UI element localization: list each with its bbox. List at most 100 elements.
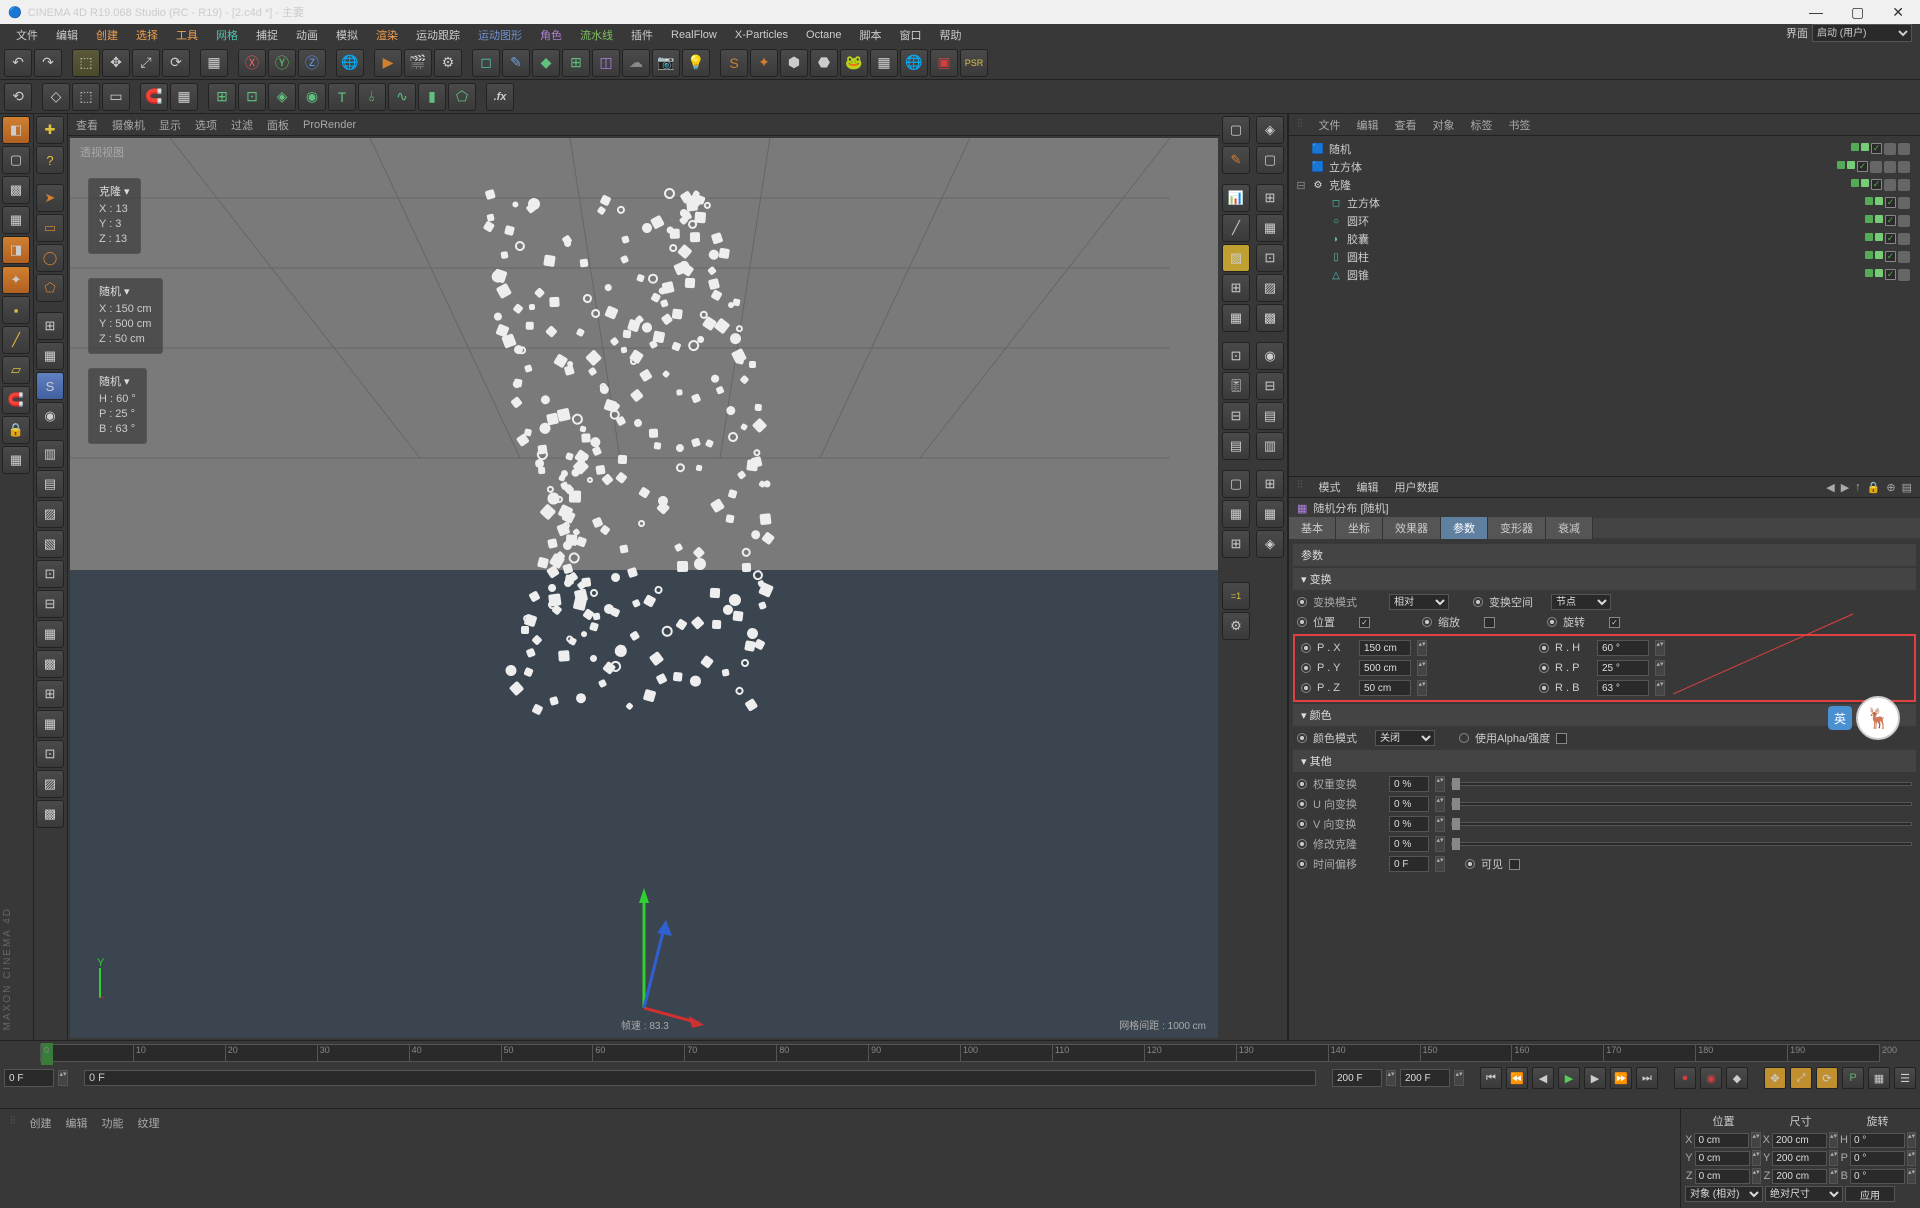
position-check[interactable]: ✓ [1359, 617, 1370, 628]
history-button[interactable]: ⟲ [4, 83, 32, 111]
tool-10[interactable]: ⊟ [36, 590, 64, 618]
coord-rot-input[interactable] [1850, 1151, 1905, 1166]
plugin-btn-5[interactable]: 🐸 [840, 49, 868, 77]
mograph-fracture-button[interactable]: ◈ [268, 83, 296, 111]
px-input[interactable] [1359, 640, 1411, 656]
vpmenu-显示[interactable]: 显示 [159, 117, 181, 133]
rt2-14[interactable]: ◈ [1256, 530, 1284, 558]
rt2-06[interactable]: ▨ [1256, 274, 1284, 302]
timeline-end-input[interactable] [1332, 1069, 1382, 1087]
timeoff-input[interactable] [1389, 856, 1429, 872]
render-region-button[interactable]: 🎬 [404, 49, 432, 77]
vis-render-dot[interactable] [1861, 179, 1869, 187]
rt-04[interactable]: ╱ [1222, 214, 1250, 242]
menu-RealFlow[interactable]: RealFlow [663, 27, 725, 43]
coord-pos-input[interactable] [1695, 1151, 1750, 1166]
mograph-cloner-button[interactable]: ⊞ [208, 83, 236, 111]
autokey-button[interactable]: ◉ [1700, 1067, 1722, 1089]
redo-button[interactable]: ↷ [34, 49, 62, 77]
plugin-btn-7[interactable]: 🌐 [900, 49, 928, 77]
vis-editor-dot[interactable] [1865, 233, 1873, 241]
menu-创建[interactable]: 创建 [88, 25, 126, 45]
rt-01[interactable]: ▢ [1222, 116, 1250, 144]
axis-gizmo-center[interactable] [584, 868, 704, 1028]
menu-帮助[interactable]: 帮助 [932, 25, 970, 45]
tool-09[interactable]: ⊡ [36, 560, 64, 588]
mode-point[interactable]: ▪ [2, 296, 30, 324]
vis-render-dot[interactable] [1875, 251, 1883, 259]
object-row-圆环[interactable]: ○圆环✓ [1291, 212, 1918, 230]
timeline-start-input[interactable] [4, 1069, 54, 1087]
transform-mode-select[interactable]: 相对 [1389, 594, 1449, 610]
coord-spin[interactable]: ▴▾ [1751, 1132, 1760, 1148]
object-tag[interactable] [1870, 161, 1882, 173]
rt2-02[interactable]: ▢ [1256, 146, 1284, 174]
tab-坐标[interactable]: 坐标 [1336, 517, 1383, 539]
rt-13[interactable]: ▦ [1222, 500, 1250, 528]
menu-网格[interactable]: 网格 [208, 25, 246, 45]
vpmenu-过滤[interactable]: 过滤 [231, 117, 253, 133]
rt-08[interactable]: ⊡ [1222, 342, 1250, 370]
mograph-extrude-button[interactable]: ▮ [418, 83, 446, 111]
key-scale-button[interactable]: ⤢ [1790, 1067, 1812, 1089]
coord-size-select[interactable]: 绝对尺寸 [1765, 1186, 1843, 1202]
uvar-spin[interactable]: ▴▾ [1435, 796, 1445, 812]
am-grip-icon[interactable]: ⫶⫶ [1297, 479, 1303, 495]
tab-效果器[interactable]: 效果器 [1383, 517, 1441, 539]
sel-filter-2[interactable]: ⬚ [72, 83, 100, 111]
enable-snap[interactable]: 🧲 [2, 386, 30, 414]
record-button[interactable]: ● [1674, 1067, 1696, 1089]
generator-subdiv-button[interactable]: ◆ [532, 49, 560, 77]
prev-frame-button[interactable]: ◀ [1532, 1067, 1554, 1089]
enable-check[interactable]: ✓ [1885, 251, 1896, 262]
ime-badge[interactable]: 英 [1828, 706, 1852, 730]
mograph-matrix-button[interactable]: ⊡ [238, 83, 266, 111]
pz-input[interactable] [1359, 680, 1411, 696]
object-tag[interactable] [1898, 161, 1910, 173]
tool-04[interactable]: ◉ [36, 402, 64, 430]
mograph-text-button[interactable]: T [328, 83, 356, 111]
vis-render-dot[interactable] [1875, 233, 1883, 241]
object-tag[interactable] [1898, 179, 1910, 191]
object-tag[interactable] [1898, 215, 1910, 227]
spline-pen-button[interactable]: ✎ [502, 49, 530, 77]
scale-check[interactable] [1484, 617, 1495, 628]
rect-select-tool[interactable]: ▭ [36, 214, 64, 242]
tool-11[interactable]: ▦ [36, 620, 64, 648]
tab-基本[interactable]: 基本 [1289, 517, 1336, 539]
rb-radio[interactable] [1539, 683, 1549, 693]
plugin-btn-8[interactable]: ▣ [930, 49, 958, 77]
attrmenu-用户数据[interactable]: 用户数据 [1395, 479, 1439, 495]
poly-select-tool[interactable]: ⬠ [36, 274, 64, 302]
attr-nav-up[interactable]: ↑ [1855, 481, 1861, 494]
mode-texture[interactable]: ▩ [2, 176, 30, 204]
rt2-04[interactable]: ▦ [1256, 214, 1284, 242]
plugin-btn-6[interactable]: ▦ [870, 49, 898, 77]
sel-filter-3[interactable]: ▭ [102, 83, 130, 111]
vis-editor-dot[interactable] [1865, 215, 1873, 223]
vis-render-dot[interactable] [1861, 143, 1869, 151]
material-manager[interactable]: ⫶⫶ 创建编辑功能纹理 [0, 1109, 1680, 1208]
live-select-tool[interactable]: ➤ [36, 184, 64, 212]
rb-spin[interactable]: ▴▾ [1655, 680, 1665, 696]
recent-tool[interactable]: ▦ [200, 49, 228, 77]
object-tag[interactable] [1884, 143, 1896, 155]
rotation-radio[interactable] [1547, 617, 1557, 627]
axis-z-toggle[interactable]: Ⓩ [298, 49, 326, 77]
close-button[interactable]: ✕ [1884, 4, 1912, 21]
rt2-09[interactable]: ⊟ [1256, 372, 1284, 400]
vis-editor-dot[interactable] [1865, 269, 1873, 277]
uvar-slider[interactable] [1451, 802, 1912, 806]
object-tag[interactable] [1898, 251, 1910, 263]
mode-axis[interactable]: ✦ [2, 266, 30, 294]
vis-editor-dot[interactable] [1851, 143, 1859, 151]
coord-rot-input[interactable] [1850, 1169, 1905, 1184]
weight-radio[interactable] [1297, 779, 1307, 789]
tool-16[interactable]: ▨ [36, 770, 64, 798]
rt2-05[interactable]: ⊡ [1256, 244, 1284, 272]
object-row-克隆[interactable]: ⊟⚙克隆✓ [1291, 176, 1918, 194]
axis-y-toggle[interactable]: Ⓨ [268, 49, 296, 77]
coord-size-input[interactable] [1772, 1169, 1827, 1184]
vis-render-dot[interactable] [1875, 197, 1883, 205]
tool-12[interactable]: ▩ [36, 650, 64, 678]
